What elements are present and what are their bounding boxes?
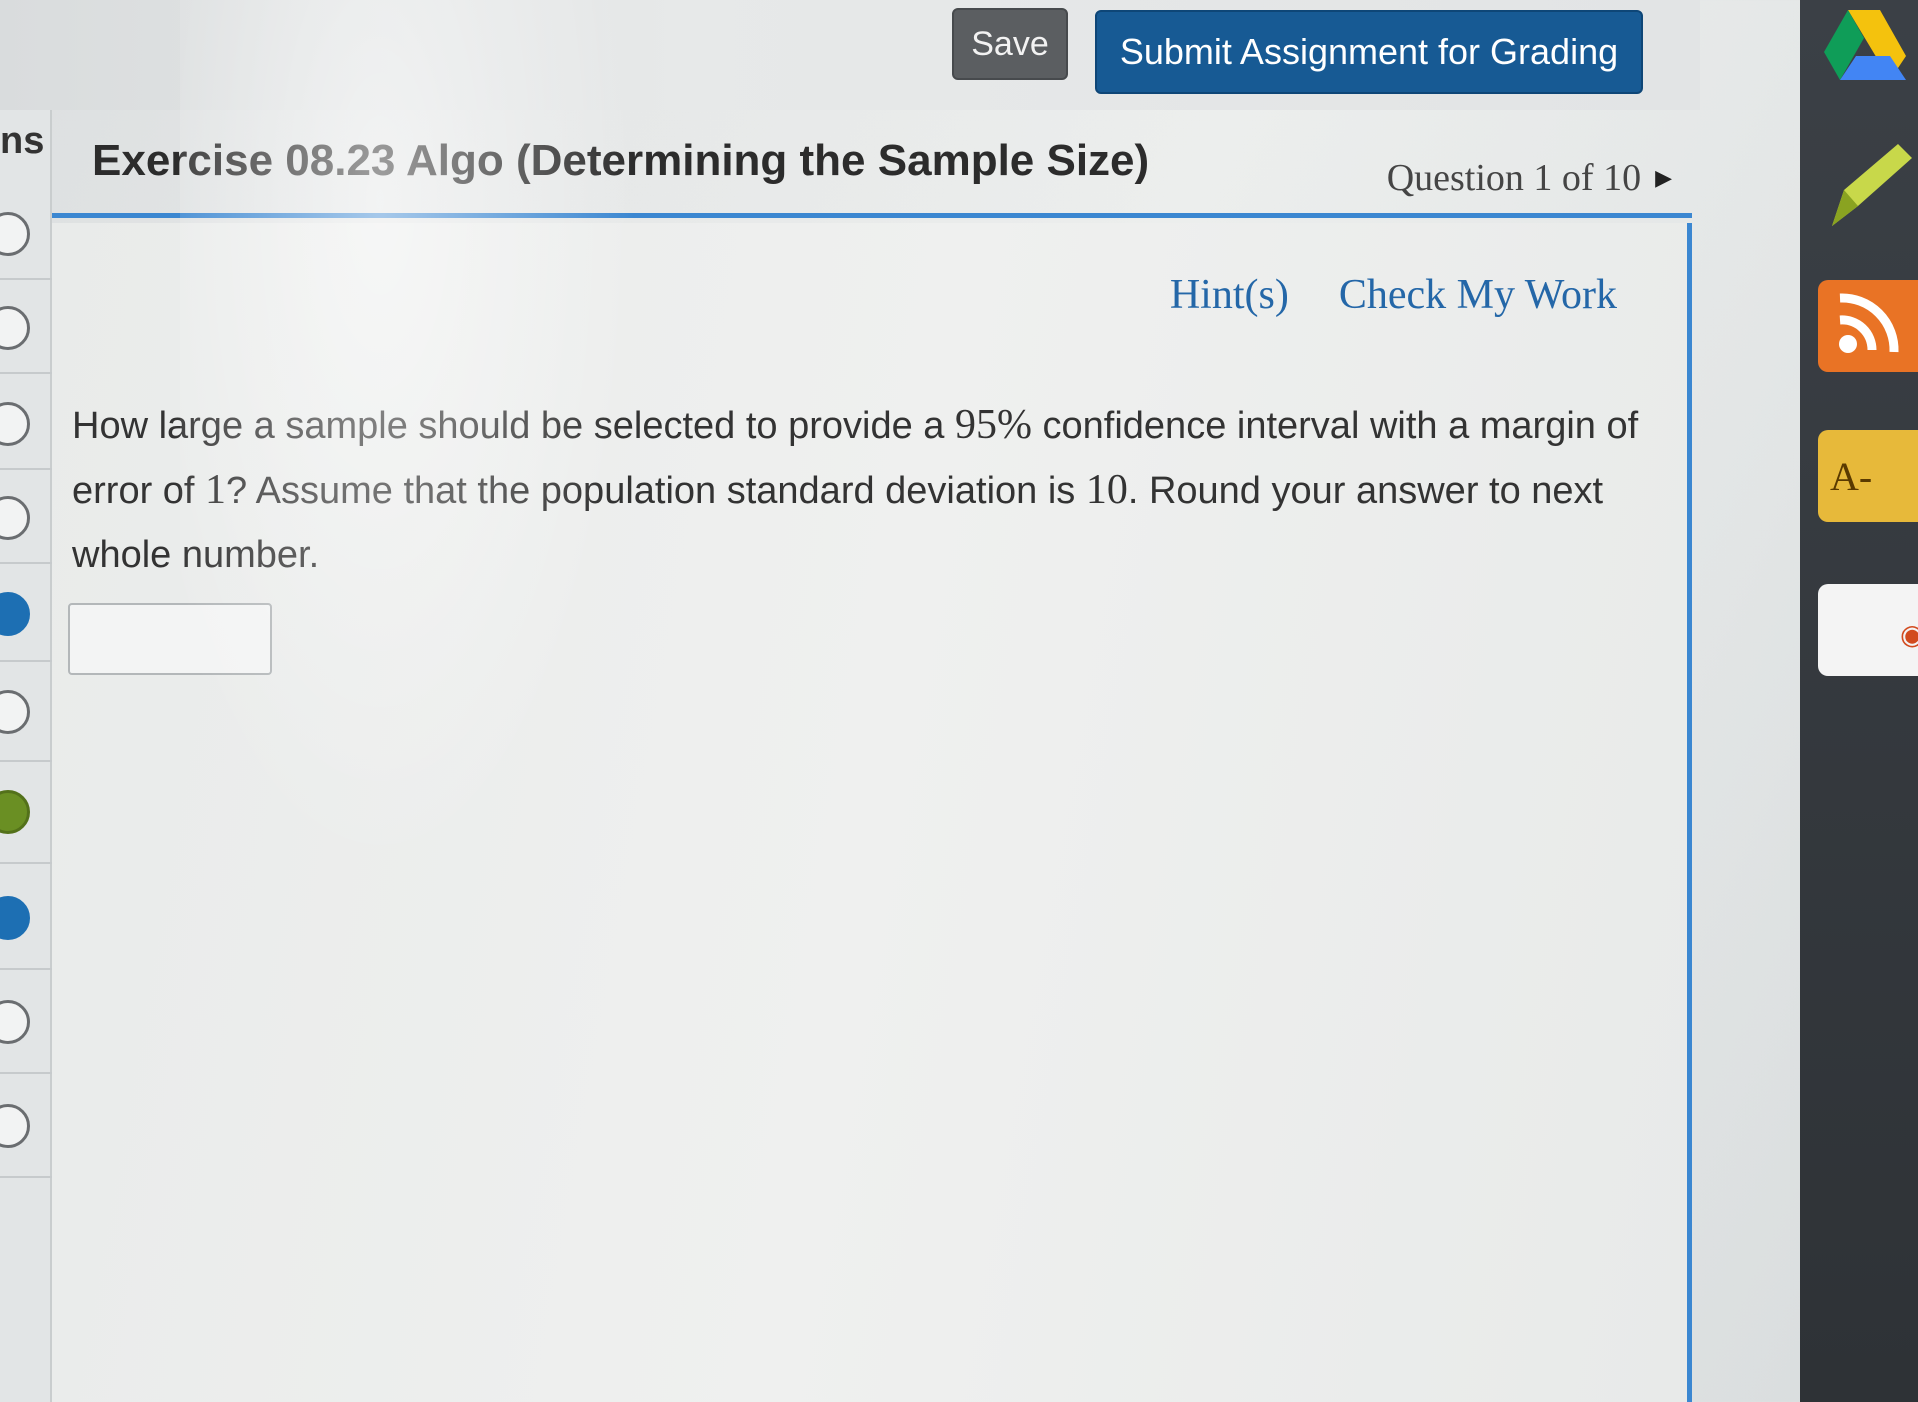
divider xyxy=(0,968,52,970)
rss-icon[interactable] xyxy=(1818,280,1918,372)
top-toolbar: Save Submit Assignment for Grading xyxy=(0,0,1700,110)
question-text-part: How large a sample should be selected to… xyxy=(72,405,955,447)
question-text-part: ? Assume that the population standard de… xyxy=(226,470,1086,512)
next-arrow-icon[interactable]: ▶ xyxy=(1655,165,1672,191)
check-my-work-link[interactable]: Check My Work xyxy=(1339,271,1617,319)
exercise-header: Exercise 08.23 Algo (Determining the Sam… xyxy=(52,118,1692,218)
question-panel: Hint(s) Check My Work How large a sample… xyxy=(52,223,1692,1402)
submit-assignment-button[interactable]: Submit Assignment for Grading xyxy=(1095,10,1643,94)
divider xyxy=(0,278,52,280)
question-text: How large a sample should be selected to… xyxy=(72,393,1662,587)
divider xyxy=(0,372,52,374)
margin-of-error: 1 xyxy=(205,467,227,513)
divider xyxy=(0,760,52,762)
sidebar-label: ns xyxy=(0,120,45,162)
pencil-icon[interactable] xyxy=(1818,140,1918,232)
divider xyxy=(0,862,52,864)
exercise-title: Exercise 08.23 Algo (Determining the Sam… xyxy=(92,136,1150,185)
answer-input[interactable] xyxy=(68,603,272,675)
divider xyxy=(0,1176,52,1178)
population-std-dev: 10 xyxy=(1085,467,1128,513)
divider xyxy=(0,562,52,564)
question-navigator[interactable]: Question 1 of 10 ▶ xyxy=(1387,156,1672,200)
divider xyxy=(0,1072,52,1074)
google-drive-icon[interactable] xyxy=(1818,0,1918,92)
question-list-sidebar xyxy=(0,110,52,1402)
question-links: Hint(s) Check My Work xyxy=(1170,271,1617,319)
confidence-level: 95% xyxy=(954,402,1032,448)
hints-link[interactable]: Hint(s) xyxy=(1170,271,1289,319)
divider xyxy=(0,468,52,470)
question-position: Question 1 of 10 xyxy=(1386,157,1642,199)
extension-badge-icon: ◉ xyxy=(1900,619,1918,650)
font-size-icon[interactable]: A- xyxy=(1818,430,1918,522)
divider xyxy=(0,660,52,662)
save-button[interactable]: Save xyxy=(952,8,1068,80)
